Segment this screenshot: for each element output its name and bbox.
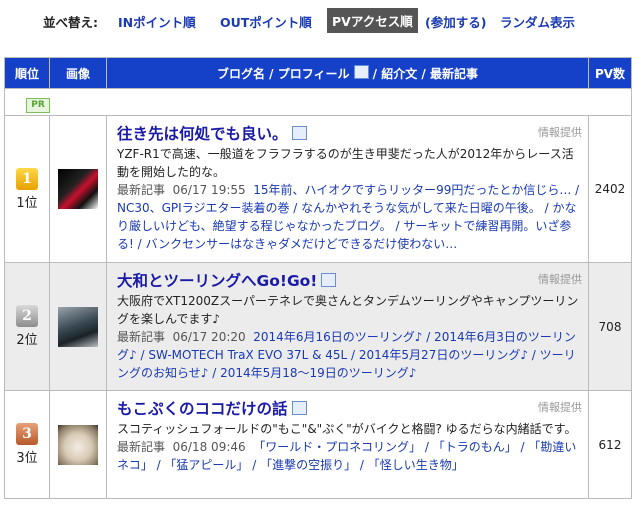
profile-icon[interactable] xyxy=(321,273,337,287)
sort-label: 並べ替え: xyxy=(43,15,98,30)
sort-pv-access-selected: PVアクセス順 xyxy=(327,8,418,33)
header-image: 画像 xyxy=(49,57,107,89)
pv-count: 2402 xyxy=(588,115,632,263)
rank-label: 2位 xyxy=(16,333,38,348)
sort-in-points[interactable]: INポイント順 xyxy=(118,12,196,31)
blog-description: 大阪府でXT1200Zスーパーテネレで奥さんとタンデムツーリングやキャンプツーリ… xyxy=(117,294,579,326)
join-link[interactable]: (参加する) xyxy=(425,12,486,31)
info-link[interactable]: 情報提供 xyxy=(538,271,582,289)
blog-thumbnail[interactable] xyxy=(58,424,98,465)
rank-label: 1位 xyxy=(16,195,38,211)
blog-thumbnail[interactable] xyxy=(58,169,98,209)
blog-thumbnail[interactable] xyxy=(58,306,98,347)
pr-badge[interactable]: PR xyxy=(26,97,50,113)
table-row: 3 3位 情報提供 もこぷくのココだけの話 スコティッシュフォールドの"もこ"&… xyxy=(4,390,632,499)
blog-description: スコティッシュフォールドの"もこ"&"ぷく"がバイクと格闘? ゆるだらな内緒話で… xyxy=(117,422,577,436)
blog-title-link[interactable]: もこぷくのココだけの話 xyxy=(117,400,288,418)
header-rank: 順位 xyxy=(4,57,50,89)
header-blog: ブログ名 / プロフィール / 紹介文 / 最新記事 xyxy=(106,57,589,89)
pv-count: 612 xyxy=(588,390,632,499)
blog-title-link[interactable]: 大和とツーリングへGo!Go! xyxy=(117,272,317,290)
profile-icon xyxy=(353,64,369,79)
rank-label: 3位 xyxy=(16,451,38,466)
rank-3-medal-icon: 3 xyxy=(16,423,38,445)
blog-title-link[interactable]: 往き先は何処でも良い。 xyxy=(117,125,288,143)
sort-random[interactable]: ランダム表示 xyxy=(500,12,575,31)
table-row: 1 1位 情報提供 往き先は何処でも良い。 YZF-R1で高速、一般道をフラフラ… xyxy=(4,115,632,263)
header-pv: PV数 xyxy=(588,57,632,89)
sort-bar: 並べ替え: INポイント順 OUTポイント順 PVアクセス順 (参加する) ラン… xyxy=(0,8,635,34)
table-header: 順位 画像 ブログ名 / プロフィール / 紹介文 / 最新記事 PV数 xyxy=(4,57,632,89)
sort-out-points[interactable]: OUTポイント順 xyxy=(220,12,312,31)
recent-posts: 最新記事 06/18 09:46 「ワールド・プロネコリング」 / 「トラのもん… xyxy=(117,440,577,472)
rank-2-medal-icon: 2 xyxy=(16,305,38,327)
recent-posts: 最新記事 06/17 20:20 2014年6月16日のツーリング♪ / 201… xyxy=(117,330,576,380)
ranking-table: 順位 画像 ブログ名 / プロフィール / 紹介文 / 最新記事 PV数 PR … xyxy=(4,57,632,499)
pr-row: PR xyxy=(4,88,632,116)
profile-icon[interactable] xyxy=(291,126,307,140)
info-link[interactable]: 情報提供 xyxy=(538,124,582,142)
rank-1-medal-icon: 1 xyxy=(16,167,38,190)
profile-icon[interactable] xyxy=(291,401,307,415)
table-row: 2 2位 情報提供 大和とツーリングへGo!Go! 大阪府でXT1200Zスーパ… xyxy=(4,262,632,391)
recent-posts: 最新記事 06/17 19:55 15年前、ハイオクですらリッター99円だったと… xyxy=(117,183,580,251)
info-link[interactable]: 情報提供 xyxy=(538,399,582,417)
pv-count: 708 xyxy=(588,262,632,391)
blog-description: YZF-R1で高速、一般道をフラフラするのが生き甲斐だった人が2012年からレー… xyxy=(117,147,574,179)
